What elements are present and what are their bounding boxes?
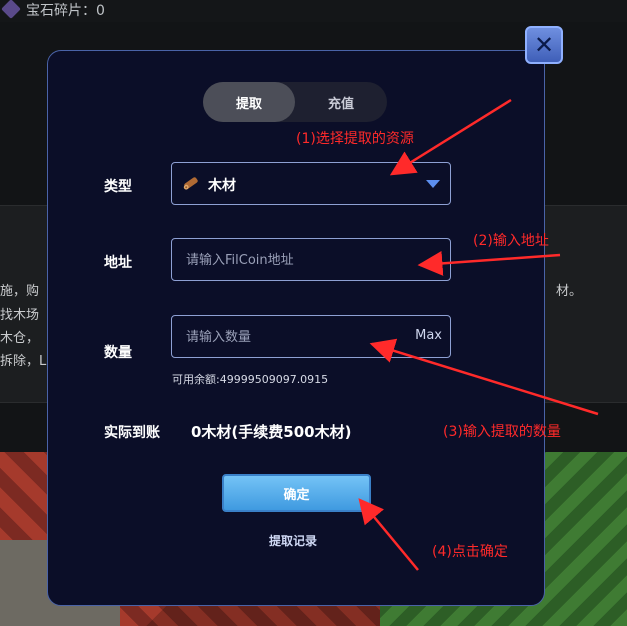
annotation-arrows xyxy=(358,98,599,571)
annotation-step-2: (2)输入地址 xyxy=(473,233,549,249)
annotation-step-1: (1)选择提取的资源 xyxy=(296,131,414,147)
annotation-step-4: (4)点击确定 xyxy=(432,544,508,560)
annotation-step-3: (3)输入提取的数量 xyxy=(443,424,561,440)
arrow-3 xyxy=(369,338,599,416)
arrow-2 xyxy=(417,250,561,276)
arrow-4 xyxy=(358,498,419,571)
